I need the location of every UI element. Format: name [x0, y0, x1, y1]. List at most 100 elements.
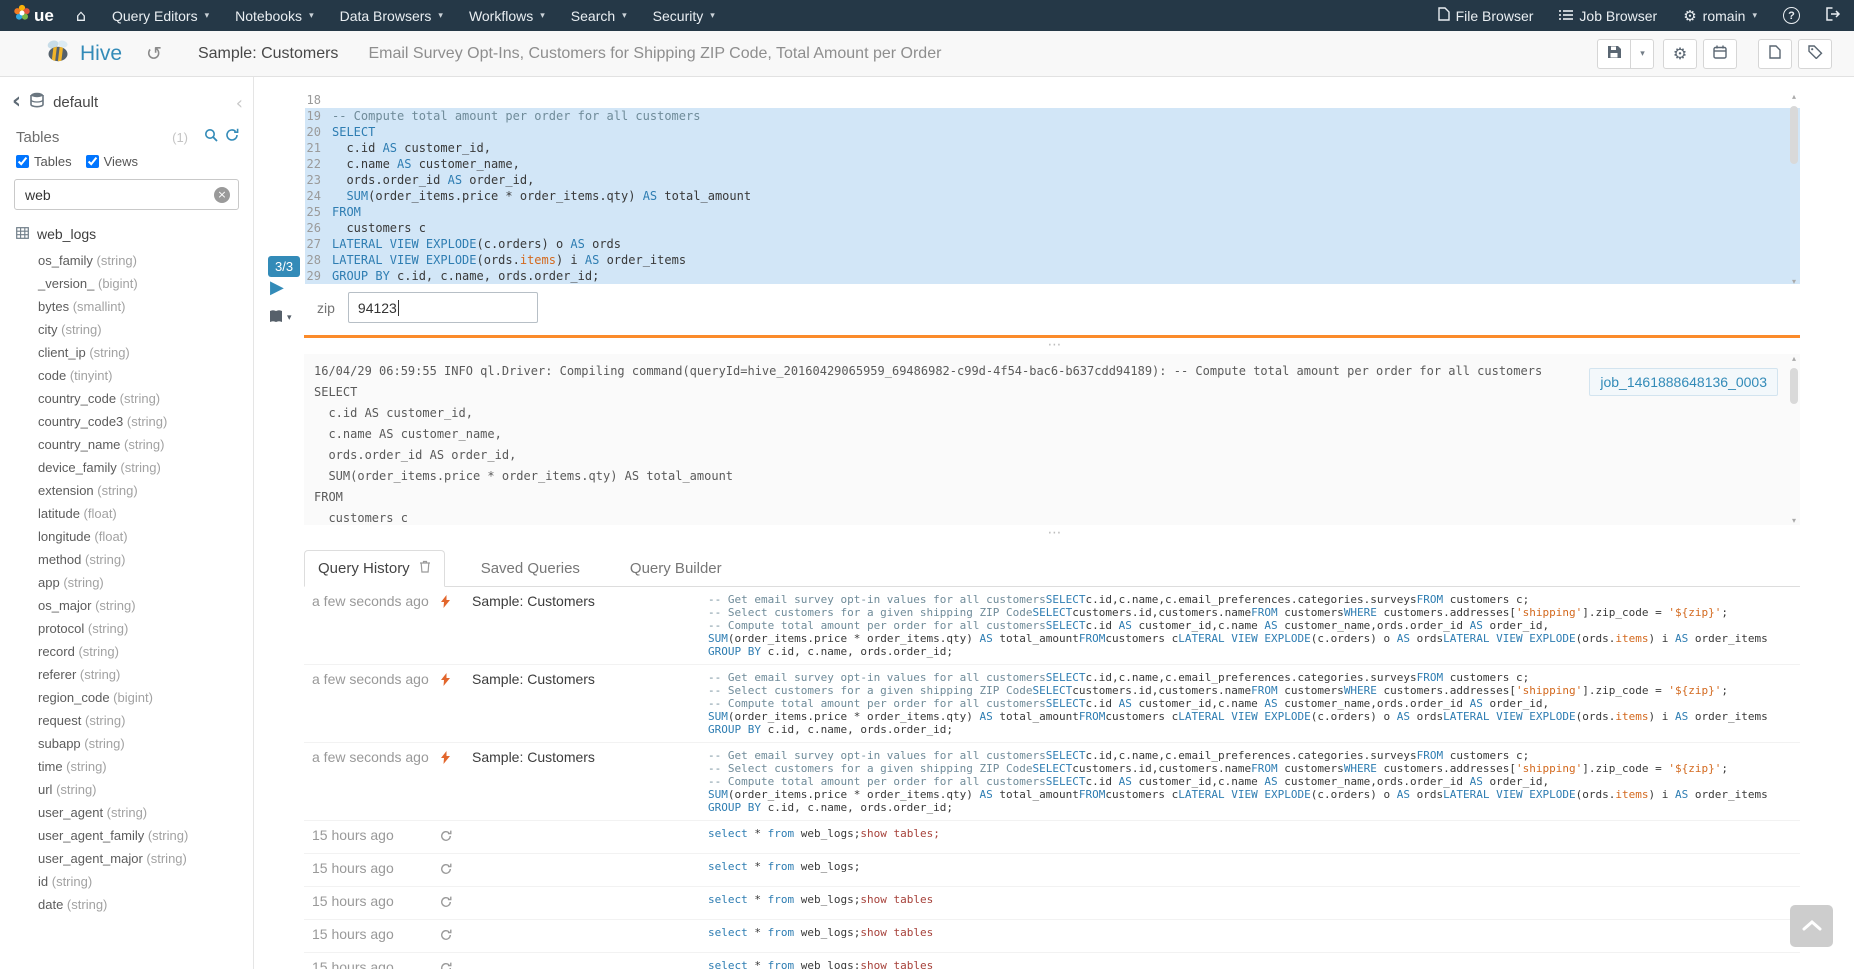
column-item[interactable]: code (tinyint) [38, 364, 253, 387]
editor-line[interactable]: 24 SUM(order_items.price * order_items.q… [305, 188, 1800, 204]
column-item[interactable]: user_agent_family (string) [38, 824, 253, 847]
save-button[interactable] [1597, 39, 1631, 69]
tables-filter-checkbox[interactable] [16, 155, 29, 168]
menu-search[interactable]: Search▾ [558, 0, 640, 31]
tables-filter[interactable]: Tables [16, 154, 72, 169]
editor-line[interactable]: 23 ords.order_id AS order_id, [305, 172, 1800, 188]
column-item[interactable]: os_major (string) [38, 594, 253, 617]
tab-saved-queries[interactable]: Saved Queries [467, 550, 594, 587]
column-item[interactable]: method (string) [38, 548, 253, 571]
history-sql[interactable]: -- Get email survey opt-in values for al… [708, 671, 1800, 736]
scrollbar-thumb[interactable] [1790, 106, 1798, 164]
execute-button[interactable]: ▶ [270, 277, 284, 298]
column-item[interactable]: bytes (smallint) [38, 295, 253, 318]
column-item[interactable]: region_code (bigint) [38, 686, 253, 709]
help-button[interactable]: ? [1770, 0, 1813, 31]
results-resize-handle[interactable]: ⋯ [255, 528, 1854, 540]
editor-line[interactable]: 19-- Compute total amount per order for … [305, 108, 1800, 124]
history-row[interactable]: 15 hours agoselect * from web_logs;show … [304, 920, 1800, 953]
file-browser-link[interactable]: File Browser [1425, 0, 1547, 31]
menu-data-browsers[interactable]: Data Browsers▾ [327, 0, 456, 31]
home-button[interactable]: ⌂ [63, 0, 99, 31]
history-sql[interactable]: select * from web_logs;show tables [708, 893, 1800, 906]
menu-security[interactable]: Security▾ [640, 0, 728, 31]
column-item[interactable]: record (string) [38, 640, 253, 663]
variable-zip-input[interactable]: 94123 [348, 292, 538, 323]
column-item[interactable]: date (string) [38, 893, 253, 916]
column-item[interactable]: country_code3 (string) [38, 410, 253, 433]
editor-scrollbar[interactable]: ▴ ▾ [1788, 92, 1800, 286]
views-filter[interactable]: Views [86, 154, 138, 169]
column-item[interactable]: city (string) [38, 318, 253, 341]
editor-line[interactable]: 27LATERAL VIEW EXPLODE(c.orders) o AS or… [305, 236, 1800, 252]
assist-back-icon[interactable]: ‹ [12, 95, 21, 109]
column-item[interactable]: referer (string) [38, 663, 253, 686]
history-sql[interactable]: select * from web_logs;show tables [708, 959, 1800, 969]
column-item[interactable]: device_family (string) [38, 456, 253, 479]
menu-notebooks[interactable]: Notebooks▾ [222, 0, 326, 31]
scroll-to-top-button[interactable] [1790, 905, 1833, 947]
column-item[interactable]: protocol (string) [38, 617, 253, 640]
queries-book-button[interactable]: ▾ [268, 309, 292, 326]
editor-line[interactable]: 18 [305, 92, 1800, 108]
views-filter-checkbox[interactable] [86, 155, 99, 168]
column-item[interactable]: extension (string) [38, 479, 253, 502]
job-link[interactable]: job_1461888648136_0003 [1589, 368, 1778, 396]
history-sql[interactable]: -- Get email survey opt-in values for al… [708, 749, 1800, 814]
history-row[interactable]: a few seconds agoSample: Customers-- Get… [304, 587, 1800, 665]
scrollbar-thumb[interactable] [1790, 368, 1798, 404]
assist-refresh-button[interactable] [225, 128, 239, 146]
menu-query-editors[interactable]: Query Editors▾ [99, 0, 222, 31]
query-history-icon[interactable]: ↺ [146, 43, 162, 65]
column-item[interactable]: latitude (float) [38, 502, 253, 525]
tab-query-builder[interactable]: Query Builder [616, 550, 736, 587]
app-title[interactable]: Hive [80, 42, 122, 66]
column-item[interactable]: request (string) [38, 709, 253, 732]
save-options-button[interactable]: ▾ [1630, 39, 1654, 69]
history-row[interactable]: a few seconds agoSample: Customers-- Get… [304, 743, 1800, 821]
column-item[interactable]: country_name (string) [38, 433, 253, 456]
history-row[interactable]: 15 hours agoselect * from web_logs; [304, 854, 1800, 887]
job-browser-link[interactable]: Job Browser [1546, 0, 1670, 31]
history-sql[interactable]: select * from web_logs;show tables [708, 926, 1800, 939]
schedule-button[interactable] [1703, 39, 1737, 69]
history-sql[interactable]: select * from web_logs;show tables; [708, 827, 1800, 840]
column-item[interactable]: id (string) [38, 870, 253, 893]
log-resize-handle[interactable]: ⋯ [255, 340, 1854, 352]
clear-search-button[interactable]: × [214, 187, 230, 203]
tab-query-history[interactable]: Query History [304, 550, 445, 587]
editor-line[interactable]: 29GROUP BY c.id, c.name, ords.order_id; [305, 268, 1800, 284]
column-item[interactable]: app (string) [38, 571, 253, 594]
history-row[interactable]: 15 hours agoselect * from web_logs;show … [304, 953, 1800, 969]
assist-collapse-icon[interactable]: ‹ [236, 93, 243, 114]
column-item[interactable]: _version_ (bigint) [38, 272, 253, 295]
column-item[interactable]: subapp (string) [38, 732, 253, 755]
table-item-web-logs[interactable]: web_logs [0, 216, 253, 244]
column-item[interactable]: longitude (float) [38, 525, 253, 548]
editor-line[interactable]: 28LATERAL VIEW EXPLODE(ords.items) i AS … [305, 252, 1800, 268]
editor-line[interactable]: 26 customers c [305, 220, 1800, 236]
column-item[interactable]: client_ip (string) [38, 341, 253, 364]
column-item[interactable]: user_agent_major (string) [38, 847, 253, 870]
history-row[interactable]: 15 hours agoselect * from web_logs;show … [304, 821, 1800, 854]
settings-button[interactable]: ⚙ [1663, 39, 1697, 69]
table-search-input[interactable]: web × [14, 179, 239, 210]
column-item[interactable]: country_code (string) [38, 387, 253, 410]
logout-button[interactable] [1813, 0, 1854, 31]
column-item[interactable]: time (string) [38, 755, 253, 778]
column-item[interactable]: os_family (string) [38, 249, 253, 272]
tags-button[interactable] [1798, 39, 1832, 69]
history-sql[interactable]: -- Get email survey opt-in values for al… [708, 593, 1800, 658]
database-selector[interactable]: ‹ default ‹ [0, 77, 253, 112]
clear-history-icon[interactable] [419, 560, 431, 577]
editor-line[interactable]: 21 c.id AS customer_id, [305, 140, 1800, 156]
editor-line[interactable]: 22 c.name AS customer_name, [305, 156, 1800, 172]
menu-workflows[interactable]: Workflows▾ [456, 0, 558, 31]
hue-logo[interactable]: ue [0, 0, 63, 31]
history-row[interactable]: 15 hours agoselect * from web_logs;show … [304, 887, 1800, 920]
editor-line[interactable]: 20SELECT [305, 124, 1800, 140]
editor-line[interactable]: 25FROM [305, 204, 1800, 220]
history-sql[interactable]: select * from web_logs; [708, 860, 1800, 873]
assist-search-button[interactable] [204, 128, 218, 146]
log-scrollbar[interactable]: ▴ ▾ [1788, 354, 1800, 525]
